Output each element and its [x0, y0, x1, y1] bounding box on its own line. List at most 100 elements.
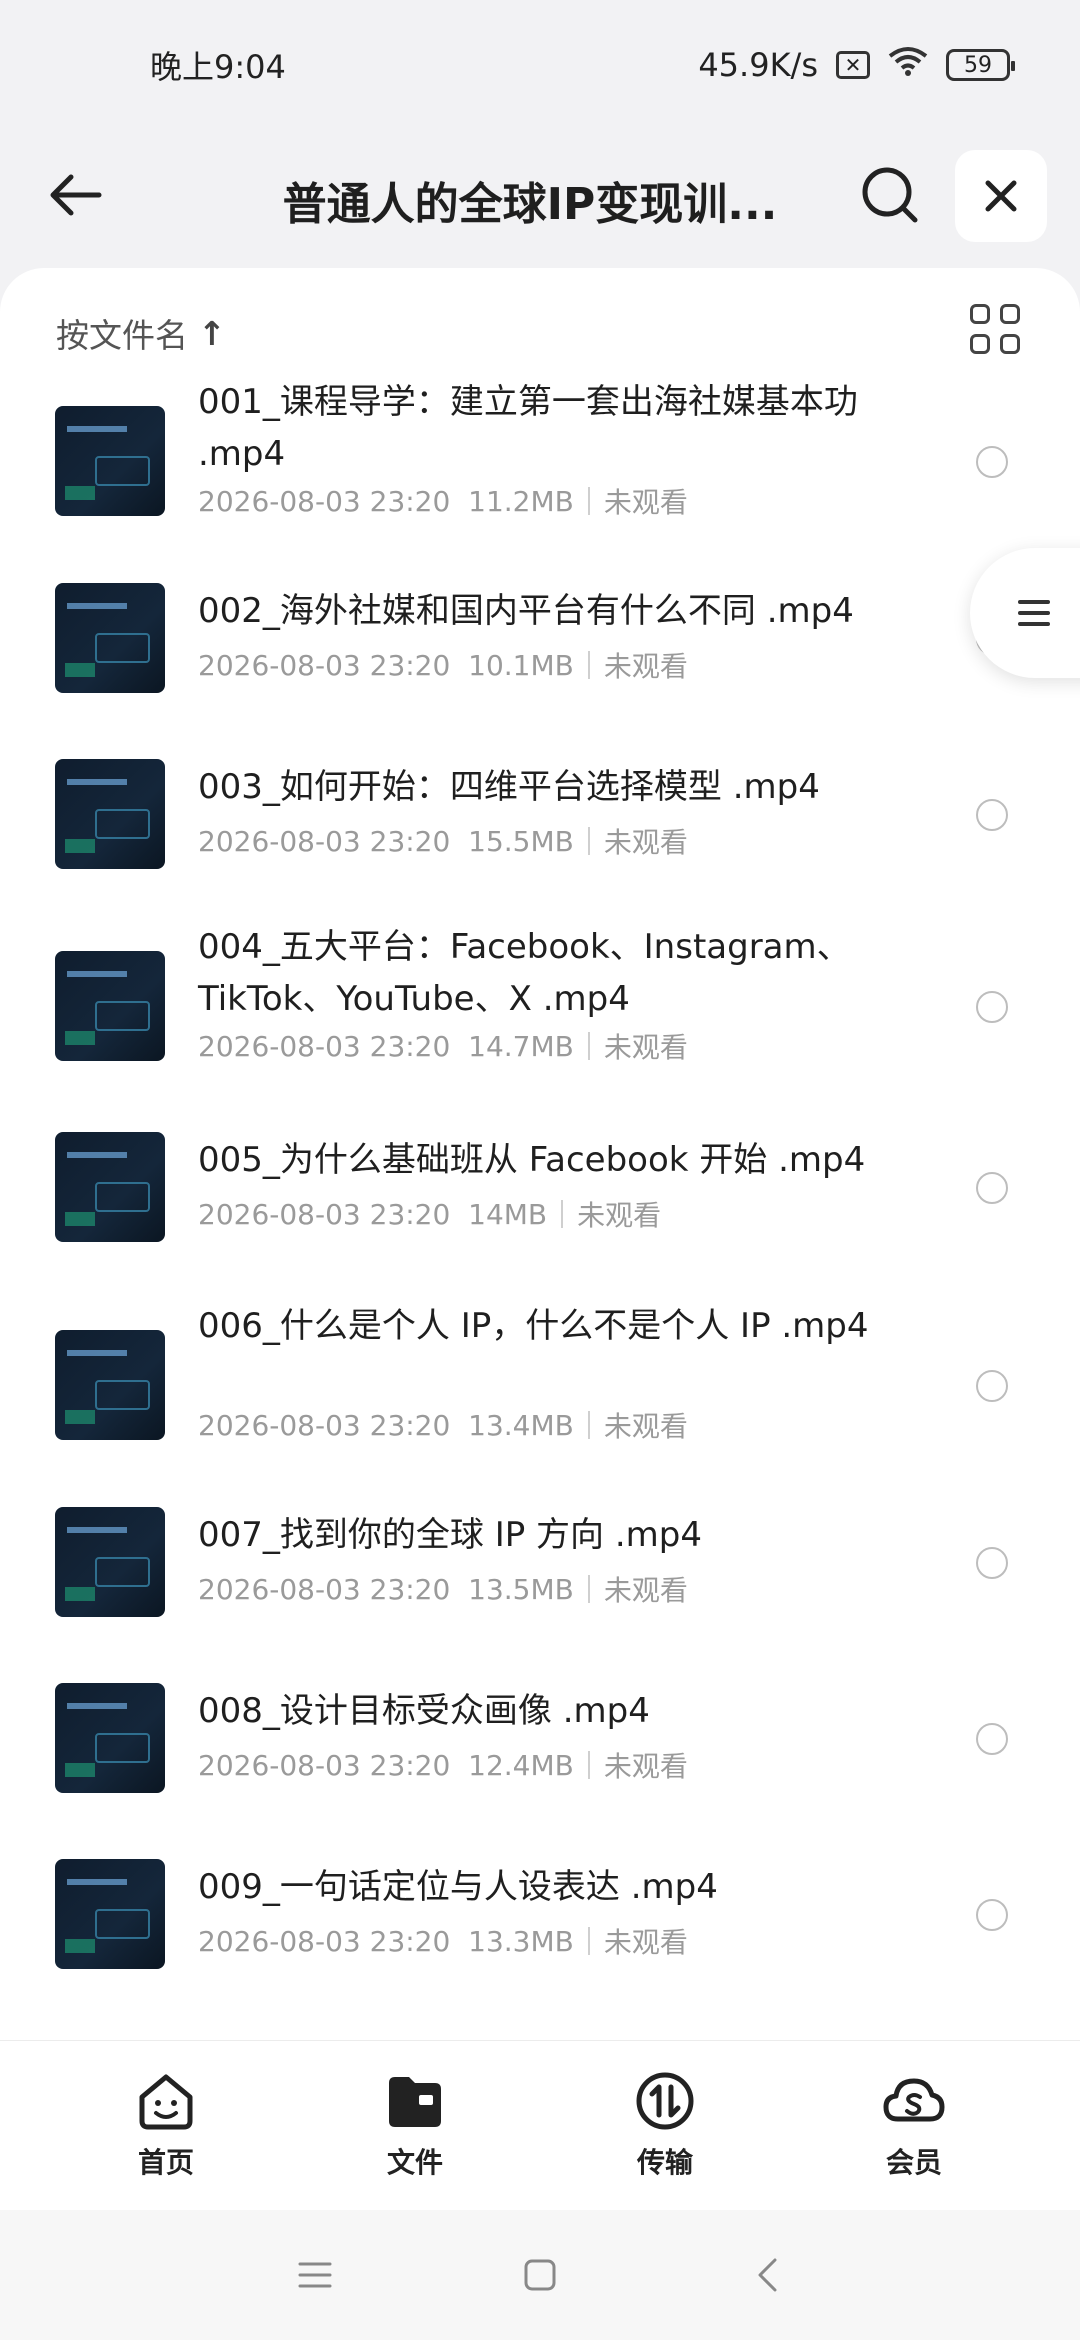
file-name: 004_五大平台：Facebook、Instagram、TikTok、YouTu…: [198, 927, 851, 1019]
watch-status: 未观看: [603, 1750, 688, 1783]
status-bar: 晚上9:04 45.9K/s ✕ 59: [0, 0, 1080, 130]
list-item[interactable]: 003_如何开始：四维平台选择模型 .mp4 2026-08-03 23:20 …: [0, 745, 1080, 921]
page-title: 普通人的全球IP变现训...: [282, 179, 778, 230]
file-meta: 2026-08-03 23:20 13.4MB 未观看: [198, 1405, 688, 1445]
video-thumbnail: [55, 1507, 165, 1617]
file-name: 008_设计目标受众画像 .mp4: [198, 1691, 650, 1731]
list-item[interactable]: 006_什么是个人 IP，什么不是个人 IP .mp4 2026-08-03 2…: [0, 1300, 1080, 1493]
close-icon: [985, 180, 1017, 212]
list-item[interactable]: 001_课程导学：建立第一套出海社媒基本功 .mp4 2026-08-03 23…: [0, 376, 1080, 569]
file-name: 003_如何开始：四维平台选择模型 .mp4: [198, 767, 820, 807]
file-date: 2026-08-03 23:20: [198, 484, 451, 518]
video-thumbnail: [55, 1330, 165, 1440]
select-radio[interactable]: [976, 1899, 1008, 1931]
file-meta: 2026-08-03 23:20 14.7MB 未观看: [198, 1026, 688, 1066]
system-nav-bar: [0, 2210, 1080, 2340]
sort-arrow-icon: ↑: [198, 313, 226, 353]
wifi-icon: [888, 46, 928, 84]
video-thumbnail: [55, 1132, 165, 1242]
video-thumbnail: [55, 951, 165, 1061]
back-button[interactable]: [40, 160, 110, 230]
watch-status: 未观看: [603, 486, 688, 519]
tab-transfer-label: 传输: [636, 2146, 693, 2179]
search-button[interactable]: [855, 160, 925, 230]
file-date: 2026-08-03 23:20: [198, 1408, 451, 1442]
file-date: 2026-08-03 23:20: [198, 1572, 451, 1606]
file-size: 13.3MB: [468, 1924, 574, 1958]
file-meta: 2026-08-03 23:20 12.4MB 未观看: [198, 1745, 688, 1785]
file-size: 15.5MB: [468, 824, 574, 858]
arrow-left-icon: [50, 174, 102, 216]
list-item[interactable]: 005_为什么基础班从 Facebook 开始 .mp4 2026-08-03 …: [0, 1114, 1080, 1300]
top-nav: 普通人的全球IP变现训...: [0, 130, 1080, 270]
tab-home-label: 首页: [137, 2146, 194, 2179]
file-name: 002_海外社媒和国内平台有什么不同 .mp4: [198, 591, 854, 631]
file-name: 007_找到你的全球 IP 方向 .mp4: [198, 1515, 702, 1555]
file-meta: 2026-08-03 23:20 13.3MB 未观看: [198, 1921, 688, 1961]
list-item[interactable]: 004_五大平台：Facebook、Instagram、TikTok、YouTu…: [0, 921, 1080, 1114]
file-size: 13.4MB: [468, 1408, 574, 1442]
sort-button[interactable]: 按文件名 ↑: [56, 308, 226, 358]
file-meta: 2026-08-03 23:20 14MB 未观看: [198, 1194, 661, 1234]
select-radio[interactable]: [976, 1547, 1008, 1579]
square-icon: [524, 2259, 556, 2291]
tab-files-label: 文件: [386, 2146, 443, 2179]
list-item[interactable]: 008_设计目标受众画像 .mp4 2026-08-03 23:20 12.4M…: [0, 1669, 1080, 1845]
list-item[interactable]: 009_一句话定位与人设表达 .mp4 2026-08-03 23:20 13.…: [0, 1845, 1080, 2021]
file-meta: 2026-08-03 23:20 13.5MB 未观看: [198, 1569, 688, 1609]
vip-cloud-icon: [883, 2078, 945, 2122]
list-item[interactable]: 002_海外社媒和国内平台有什么不同 .mp4 2026-08-03 23:20…: [0, 569, 1080, 745]
file-size: 10.1MB: [468, 648, 574, 682]
tab-home[interactable]: 首页: [86, 2069, 246, 2189]
file-meta: 2026-08-03 23:20 15.5MB 未观看: [198, 821, 688, 861]
file-size: 14MB: [468, 1197, 548, 1231]
file-list: 001_课程导学：建立第一套出海社媒基本功 .mp4 2026-08-03 23…: [0, 376, 1080, 2021]
tab-files[interactable]: 文件: [335, 2069, 495, 2189]
close-button[interactable]: [955, 150, 1047, 242]
video-thumbnail: [55, 1859, 165, 1969]
tab-vip[interactable]: 会员: [834, 2069, 994, 2189]
select-radio[interactable]: [976, 1172, 1008, 1204]
file-name: 005_为什么基础班从 Facebook 开始 .mp4: [198, 1140, 866, 1180]
status-time: 晚上9:04: [150, 48, 286, 86]
bottom-tab-bar: 首页 文件 传输 会员: [0, 2040, 1080, 2210]
home-button[interactable]: [515, 2250, 565, 2300]
x-box-icon: ✕: [836, 51, 870, 79]
status-icons: 45.9K/s ✕ 59: [698, 46, 1015, 84]
file-name: 009_一句话定位与人设表达 .mp4: [198, 1867, 718, 1907]
recent-apps-button[interactable]: [290, 2250, 340, 2300]
watch-status: 未观看: [603, 1410, 688, 1443]
watch-status: 未观看: [603, 1574, 688, 1607]
file-date: 2026-08-03 23:20: [198, 1924, 451, 1958]
tab-transfer[interactable]: 传输: [585, 2069, 745, 2189]
transfer-icon: [636, 2072, 694, 2130]
battery-level: 59: [964, 52, 992, 78]
system-back-button[interactable]: [742, 2250, 792, 2300]
file-date: 2026-08-03 23:20: [198, 1748, 451, 1782]
select-radio[interactable]: [976, 446, 1008, 478]
network-speed: 45.9K/s: [698, 46, 818, 84]
watch-status: 未观看: [603, 826, 688, 859]
select-radio[interactable]: [976, 991, 1008, 1023]
file-size: 13.5MB: [468, 1572, 574, 1606]
folder-icon: [389, 2077, 441, 2127]
menu-lines-icon: [298, 2262, 332, 2288]
watch-status: 未观看: [577, 1199, 662, 1232]
menu-icon: [1018, 593, 1050, 633]
watch-status: 未观看: [603, 650, 688, 683]
file-date: 2026-08-03 23:20: [198, 824, 451, 858]
sort-label: 按文件名: [56, 316, 188, 355]
watch-status: 未观看: [603, 1926, 688, 1959]
list-item[interactable]: 007_找到你的全球 IP 方向 .mp4 2026-08-03 23:20 1…: [0, 1493, 1080, 1669]
select-radio[interactable]: [976, 799, 1008, 831]
file-date: 2026-08-03 23:20: [198, 1197, 451, 1231]
search-icon: [862, 167, 918, 223]
file-size: 11.2MB: [468, 484, 574, 518]
grid-view-button[interactable]: [970, 304, 1026, 360]
file-date: 2026-08-03 23:20: [198, 648, 451, 682]
chevron-left-icon: [758, 2258, 777, 2292]
battery-icon: 59: [946, 49, 1015, 81]
select-radio[interactable]: [976, 1370, 1008, 1402]
select-radio[interactable]: [976, 1723, 1008, 1755]
video-thumbnail: [55, 406, 165, 516]
